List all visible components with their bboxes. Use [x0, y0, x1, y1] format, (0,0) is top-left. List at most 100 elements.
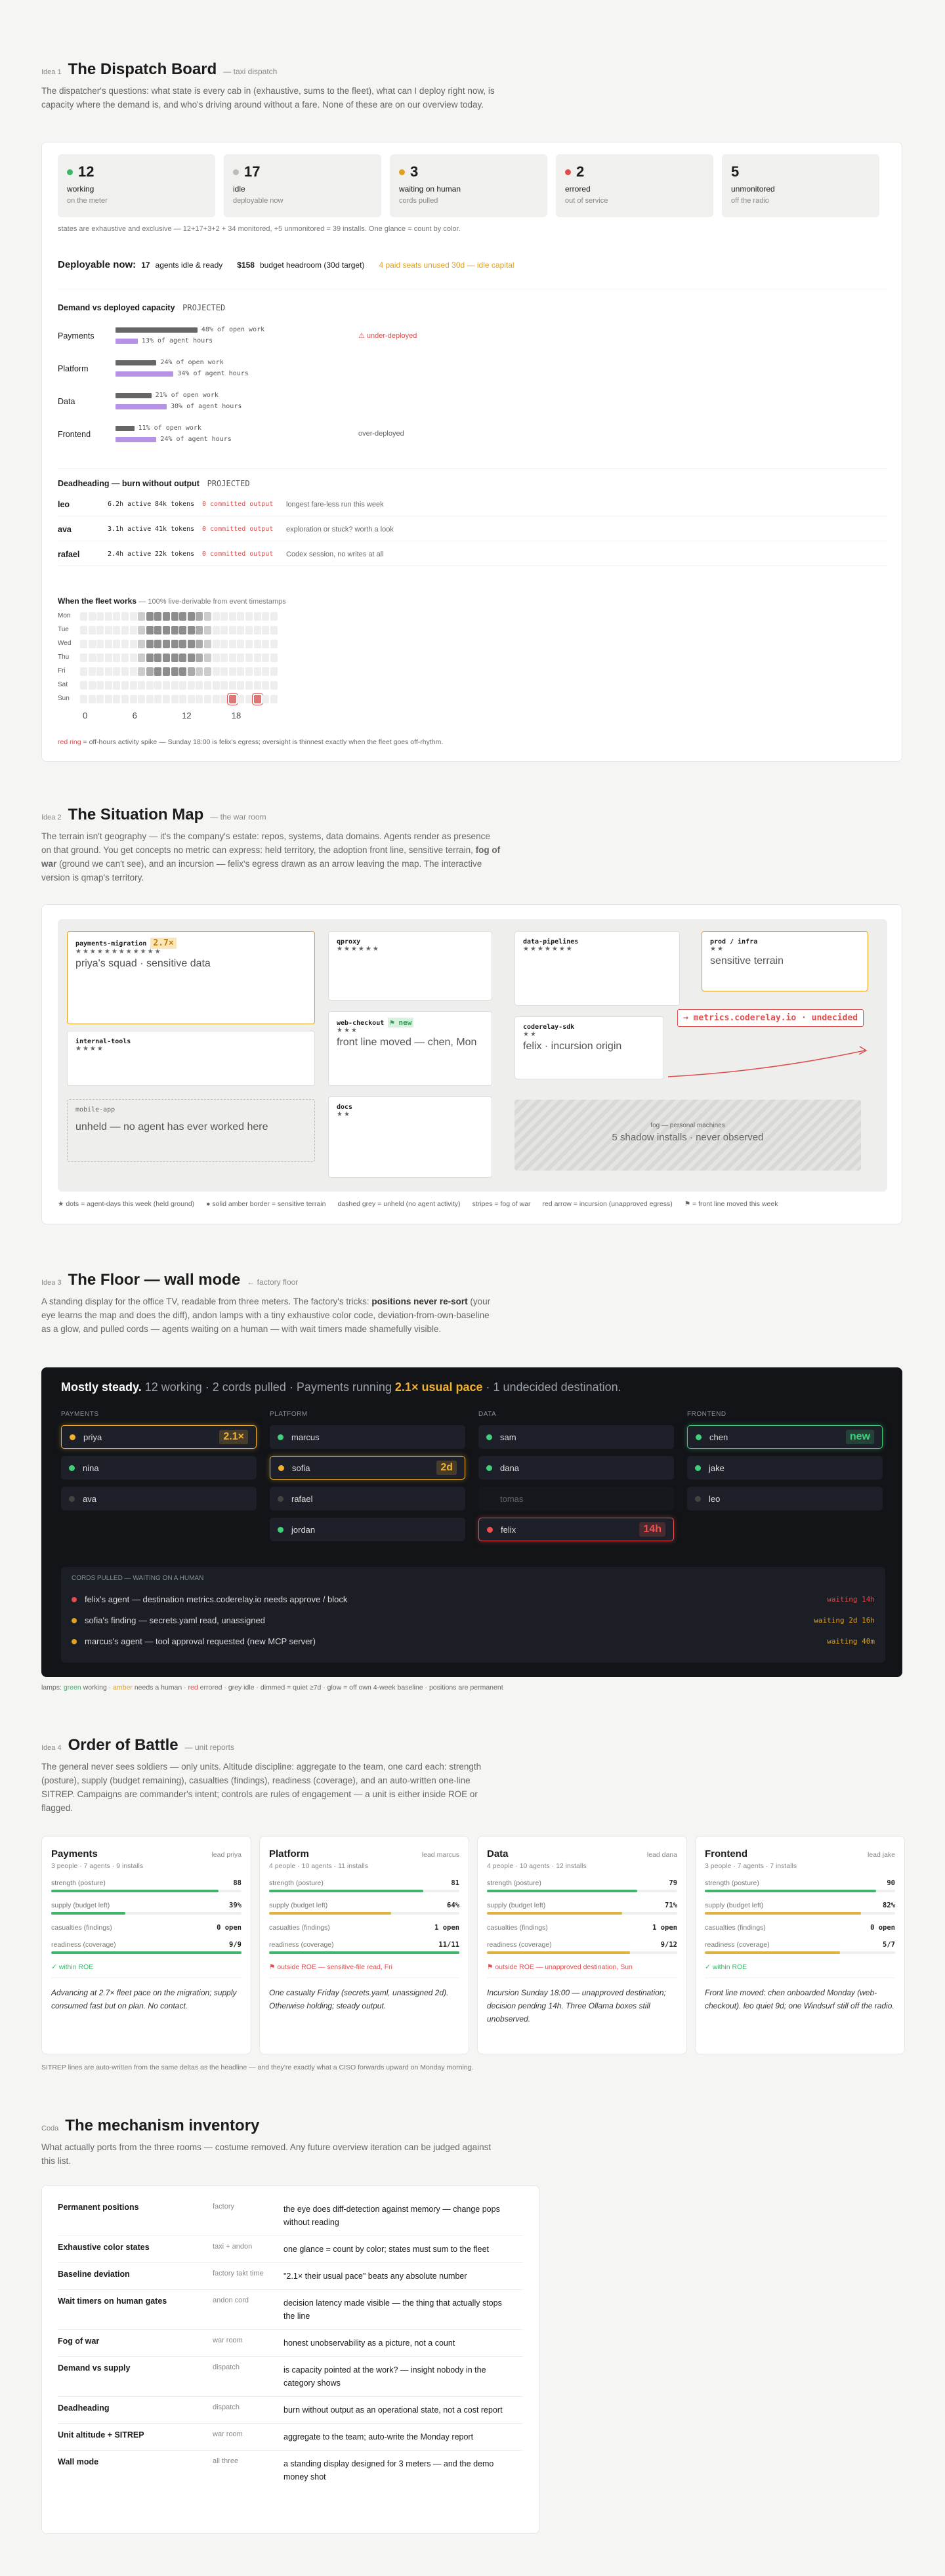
- heatmap-cell: [270, 681, 278, 690]
- agent-card[interactable]: sofia 2d: [270, 1456, 465, 1480]
- legend-green: green: [63, 1684, 81, 1692]
- heatmap-cell: [187, 667, 195, 676]
- andon-lamp: [69, 1495, 75, 1502]
- agent-card[interactable]: priya 2.1×: [61, 1425, 257, 1449]
- cords-title: CORDS PULLED — WAITING ON A HUMAN: [72, 1575, 204, 1582]
- cord-row[interactable]: sofia's finding — secrets.yaml read, una…: [72, 1615, 875, 1625]
- agent-card[interactable]: leo: [687, 1487, 883, 1510]
- unit-card[interactable]: Data lead dana 4 people · 10 agents · 12 i…: [477, 1836, 687, 2054]
- heatmap-cell: [88, 654, 96, 662]
- intro-part: (ground we can't see), and an incursion …: [41, 859, 482, 883]
- day-label: Mon: [58, 612, 71, 619]
- agent-card[interactable]: ava: [61, 1487, 257, 1510]
- mechanism-desc: burn without output as an operational st…: [284, 2405, 503, 2415]
- deadhead-row[interactable]: ava 3.1h active 41k tokens 0 committed outp…: [58, 518, 887, 541]
- unit-metric: supply (budget left) 82%: [705, 1901, 895, 1909]
- unit-card[interactable]: Payments lead priya 3 people · 7 agents · …: [41, 1836, 251, 2054]
- metric-value: 0 open: [217, 1924, 242, 1932]
- mechanism-name: Wait timers on human gates: [58, 2296, 167, 2306]
- section-intro: What actually ports from the three rooms…: [41, 2142, 492, 2166]
- day-label: Sat: [58, 681, 68, 688]
- cord-lamp: [72, 1596, 77, 1602]
- andon-lamp: [278, 1526, 284, 1533]
- deadhead-row[interactable]: rafael 2.4h active 22k tokens 0 committed o…: [58, 543, 887, 566]
- metric-label: casualties (findings): [487, 1924, 548, 1932]
- cord-text: sofia's finding — secrets.yaml read, una…: [85, 1615, 265, 1625]
- mechanism-desc: decision latency made visible — the thin…: [284, 2298, 502, 2321]
- section-subtitle: — taxi dispatch: [223, 67, 278, 76]
- heatmap-cell: [113, 612, 121, 621]
- open-work-label: 21% of open work: [155, 392, 219, 399]
- heatmap-cell: [171, 695, 178, 703]
- inventory-row: Unit altitude + SITREP war room aggregate …: [58, 2423, 523, 2450]
- stat-tile[interactable]: 3 waiting on human cords pulled: [390, 154, 547, 217]
- heatmap-cell: [171, 640, 178, 648]
- mechanism-desc: aggregate to the team; auto-write the Mo…: [284, 2432, 474, 2441]
- unit-card[interactable]: Frontend lead jake 3 people · 7 agents · 7…: [695, 1836, 905, 2054]
- heatmap-cell: [88, 612, 96, 621]
- agent-hours-label: 24% of agent hours: [160, 436, 232, 443]
- agent-card[interactable]: nina: [61, 1456, 257, 1480]
- heatmap-cell: [253, 667, 261, 676]
- agent-card[interactable]: dana: [478, 1456, 674, 1480]
- agent-name: sam: [500, 1432, 516, 1442]
- metric-bar-track: [51, 1912, 242, 1915]
- heatmap-cell: [245, 640, 253, 648]
- floor-column-head: PLATFORM: [270, 1411, 308, 1418]
- heatmap-cell: [187, 612, 195, 621]
- hour-label: 18: [231, 711, 242, 720]
- metric-value: 39%: [229, 1901, 242, 1909]
- day-label: Sun: [58, 695, 70, 702]
- agent-card[interactable]: jordan: [270, 1518, 465, 1541]
- metric-value: 79: [669, 1879, 677, 1887]
- metric-value: 90: [887, 1879, 895, 1887]
- heatmap-cell: [154, 695, 162, 703]
- cord-row[interactable]: felix's agent — destination metrics.code…: [72, 1594, 875, 1604]
- agent-card[interactable]: felix 14h: [478, 1518, 674, 1541]
- heatmap-cell: [270, 626, 278, 634]
- mechanism-source: dispatch: [213, 2363, 240, 2371]
- agent-card[interactable]: rafael: [270, 1487, 465, 1510]
- unit-meta: 3 people · 7 agents · 9 installs: [51, 1862, 144, 1870]
- dispatch-board-card: 12 working on the meter 17 idle deployable no…: [41, 142, 902, 762]
- agent-card[interactable]: tomas: [478, 1487, 674, 1510]
- open-work-label: 11% of open work: [138, 425, 201, 432]
- cord-row[interactable]: marcus's agent — tool approval requested…: [72, 1636, 875, 1646]
- intro-bold: positions never re-sort: [371, 1297, 468, 1306]
- heatmap-cell: [262, 667, 270, 676]
- deadhead-row[interactable]: leo 6.2h active 84k tokens 0 committed outp…: [58, 493, 887, 516]
- floor-column-head: FRONTEND: [687, 1411, 726, 1418]
- metric-bar: [487, 1951, 630, 1954]
- section-title: The Situation Map: [68, 806, 204, 823]
- inventory-row: Wall mode all three a standing display des…: [58, 2450, 523, 2490]
- stat-tile[interactable]: 17 idle deployable now: [224, 154, 381, 217]
- andon-lamp: [486, 1496, 492, 1502]
- hour-label: 6: [132, 711, 137, 720]
- heatmap-cell: [228, 640, 236, 648]
- heatmap-cell: [220, 681, 228, 690]
- stat-tile[interactable]: 12 working on the meter: [58, 154, 215, 217]
- agent-card[interactable]: marcus: [270, 1425, 465, 1449]
- active-hours: 3.1h active: [108, 526, 152, 533]
- heatmap-cell: [228, 681, 236, 690]
- unit-metric: supply (budget left) 39%: [51, 1901, 242, 1909]
- stat-tile[interactable]: 5 unmonitored off the radio: [722, 154, 879, 217]
- heatmap-cell: [138, 654, 146, 662]
- stat-tile[interactable]: 2 errored out of service: [556, 154, 713, 217]
- metric-bar-track: [269, 1912, 459, 1915]
- heatmap-cell: [220, 695, 228, 703]
- agent-name: priya: [83, 1432, 102, 1442]
- heatmap-cell: [96, 695, 104, 703]
- agent-card[interactable]: chen new: [687, 1425, 883, 1449]
- heatmap-cell: [270, 654, 278, 662]
- andon-lamp: [278, 1465, 284, 1471]
- heatmap-cell: [187, 626, 195, 634]
- stat-count: 12: [78, 163, 94, 180]
- unit-card[interactable]: Platform lead marcus 4 people · 10 agents …: [259, 1836, 469, 2054]
- heatmap-cell: [237, 681, 245, 690]
- agent-card[interactable]: jake: [687, 1456, 883, 1480]
- mechanism-desc: "2.1× their usual pace" beats any absolu…: [284, 2272, 467, 2281]
- section-intro: The general never sees soldiers — only u…: [41, 1762, 482, 1813]
- team-label: Data: [58, 397, 75, 406]
- agent-card[interactable]: sam: [478, 1425, 674, 1449]
